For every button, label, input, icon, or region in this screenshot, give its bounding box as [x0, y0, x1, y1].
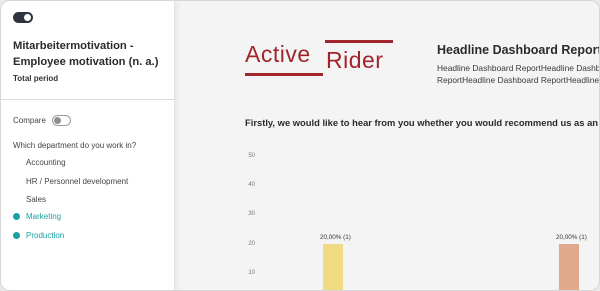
report-subtitle-line: Headline Dashboard ReportHeadline Dashbo	[437, 63, 600, 73]
y-tick-label: 50	[248, 153, 255, 159]
selected-dot-icon	[13, 213, 20, 220]
sidebar-divider	[1, 99, 175, 100]
y-tick-label: 40	[248, 182, 255, 188]
compare-toggle[interactable]	[52, 115, 71, 126]
logo-word-active: Active	[245, 41, 311, 67]
filter-item-hr[interactable]: HR / Personnel development	[26, 177, 128, 186]
app-frame: Mitarbeitermotivation - Employee motivat…	[0, 0, 600, 291]
bar-chart: 50 40 30 20 10 20,00% (1) 20,00% (1)	[235, 141, 599, 290]
y-tick-label: 20	[248, 241, 255, 247]
report-subtitle-line: ReportHeadline Dashboard ReportHeadline	[437, 75, 600, 85]
bar-data-label: 20,00% (1)	[320, 234, 351, 242]
period-label: Total period	[13, 74, 59, 83]
department-question: Which department do you work in?	[13, 141, 137, 150]
selected-dot-icon	[13, 232, 20, 239]
question-text: Firstly, we would like to hear from you …	[245, 117, 600, 128]
logo-word-rider: Rider	[326, 47, 384, 73]
sidebar-toggle[interactable]	[13, 12, 33, 23]
filter-item-sales[interactable]: Sales	[26, 195, 46, 204]
y-tick-label: 10	[248, 270, 255, 276]
main-content: Active Rider Headline Dashboard Report H…	[175, 1, 600, 290]
y-tick-label: 30	[248, 211, 255, 217]
report-title: Headline Dashboard Report	[437, 43, 600, 57]
filter-item-marketing[interactable]: Marketing	[26, 212, 61, 221]
compare-label: Compare	[13, 116, 46, 125]
bar-sales	[559, 244, 579, 290]
bar-data-label: 20,00% (1)	[556, 234, 587, 242]
logo-bar-top	[325, 40, 393, 43]
active-rider-logo: Active Rider	[245, 40, 395, 76]
sidebar: Mitarbeitermotivation - Employee motivat…	[1, 1, 175, 290]
filter-item-production[interactable]: Production	[26, 231, 64, 240]
survey-title: Mitarbeitermotivation - Employee motivat…	[13, 40, 159, 68]
report-subtitle: Headline Dashboard ReportHeadline Dashbo…	[437, 62, 600, 86]
bar-accounting	[323, 244, 343, 290]
filter-item-accounting[interactable]: Accounting	[26, 158, 66, 167]
logo-bar-bottom	[245, 73, 323, 76]
